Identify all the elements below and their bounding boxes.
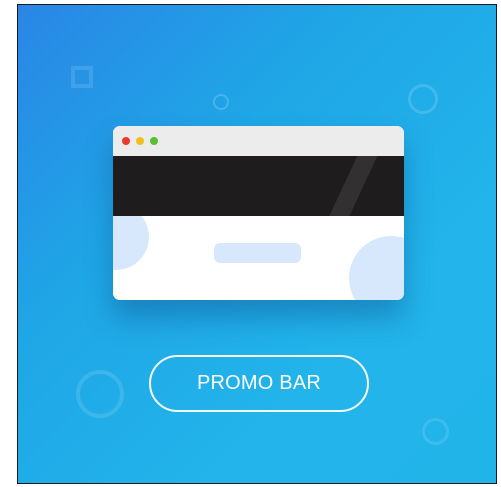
browser-window-illustration (113, 126, 404, 300)
decorative-blob-right (349, 236, 404, 300)
decorative-circle-bottom-left (76, 370, 124, 418)
decorative-blob-left (113, 216, 149, 270)
browser-content-area (113, 216, 404, 300)
decorative-circle-bottom-right (422, 418, 449, 445)
promo-bar-tile: PROMO BAR (17, 4, 497, 484)
promo-strip-illustration (113, 156, 404, 216)
browser-titlebar (113, 126, 404, 156)
promo-bar-button[interactable]: PROMO BAR (149, 355, 369, 412)
maximize-dot-icon (150, 137, 158, 145)
decorative-square (71, 66, 93, 88)
glare-stripe (320, 156, 382, 216)
close-dot-icon (122, 137, 130, 145)
decorative-circle-small (213, 94, 229, 110)
decorative-circle-top-right (408, 84, 438, 114)
minimize-dot-icon (136, 137, 144, 145)
placeholder-pill (214, 243, 301, 263)
